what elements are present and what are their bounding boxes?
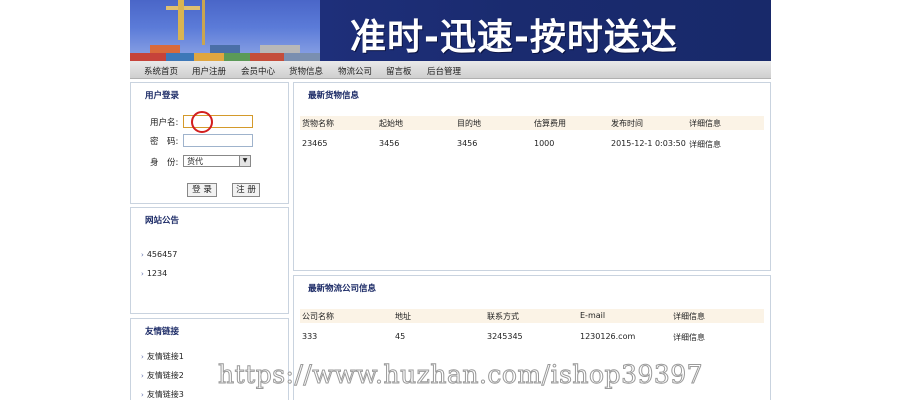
company-detail-link[interactable]: 详细信息: [673, 332, 705, 343]
nav-item-register[interactable]: 用户注册: [192, 65, 226, 77]
cargo-name-cell: 23465: [302, 139, 328, 148]
notice-title: 网站公告: [145, 216, 180, 226]
bullet-arrow-icon: ›: [141, 391, 144, 399]
password-label: 密 码:: [150, 137, 179, 147]
company-name-cell: 333: [302, 332, 318, 341]
notice-item-text: 1234: [146, 269, 168, 278]
notice-panel: 网站公告 › 456457 › 1234: [130, 207, 289, 314]
cargo-detail-link[interactable]: 详细信息: [689, 139, 721, 150]
notice-item[interactable]: › 1234: [141, 269, 167, 278]
watermark-text: https://www.huzhan.com/ishop39397: [217, 360, 704, 390]
column-header: 起始地: [379, 119, 403, 128]
login-title: 用户登录: [145, 91, 180, 101]
column-header: 估算费用: [534, 119, 566, 128]
nav-item-cargo-info[interactable]: 货物信息: [289, 65, 323, 77]
friend-link-item[interactable]: › 友情链接3: [141, 389, 184, 400]
bullet-arrow-icon: ›: [141, 251, 144, 259]
bullet-arrow-icon: ›: [141, 353, 144, 361]
login-button[interactable]: 登 录: [187, 183, 217, 197]
address-cell: 45: [395, 332, 406, 341]
column-header: 联系方式: [487, 312, 519, 321]
column-header: 发布时间: [611, 119, 643, 128]
bullet-arrow-icon: ›: [141, 270, 144, 278]
bullet-arrow-icon: ›: [141, 372, 144, 380]
column-header: 详细信息: [673, 312, 705, 321]
company-title: 最新物流公司信息: [308, 284, 377, 294]
chevron-down-icon[interactable]: ▼: [239, 156, 250, 166]
header-banner: 准时-迅速-按时送达: [130, 0, 771, 61]
estimated-cost-cell: 1000: [534, 139, 555, 148]
role-select[interactable]: 货代 ▼: [183, 155, 251, 167]
cargo-title: 最新货物信息: [308, 91, 360, 101]
login-panel: 用户登录 用户名: 密 码: 身 份: 货代 ▼ 登 录 注 册: [130, 82, 289, 204]
cargo-panel: 最新货物信息 货物名称 起始地 目的地 估算费用 发布时间 详细信息 23465…: [293, 82, 771, 271]
role-select-value: 货代: [187, 157, 203, 166]
nav-item-home[interactable]: 系统首页: [144, 65, 178, 77]
column-header: 目的地: [457, 119, 481, 128]
friend-link-text: 友情链接3: [146, 390, 184, 399]
friend-links-title: 友情链接: [145, 327, 180, 337]
destination-cell: 3456: [457, 139, 478, 148]
column-header: 公司名称: [302, 312, 334, 321]
cursor-highlight-ring: [191, 111, 213, 133]
email-cell: 1230126.com: [580, 332, 636, 341]
company-table-header: 公司名称 地址 联系方式 E-mail 详细信息: [300, 309, 764, 323]
publish-time-cell: 2015-12-1 0:03:50: [611, 139, 686, 148]
page: 准时-迅速-按时送达 系统首页 用户注册 会员中心 货物信息 物流公司 留言板 …: [130, 0, 771, 400]
mast-graphic: [202, 0, 205, 45]
banner-slogan: 准时-迅速-按时送达: [350, 17, 678, 58]
crane-graphic: [178, 0, 184, 40]
column-header: E-mail: [580, 311, 606, 320]
password-input[interactable]: [183, 134, 253, 147]
nav-item-message-board[interactable]: 留言板: [386, 65, 412, 77]
register-button[interactable]: 注 册: [232, 183, 260, 197]
column-header: 地址: [395, 312, 411, 321]
nav-item-logistics-company[interactable]: 物流公司: [338, 65, 372, 77]
friend-link-text: 友情链接2: [146, 371, 184, 380]
containers-graphic: [130, 44, 320, 61]
friend-link-item[interactable]: › 友情链接2: [141, 370, 184, 381]
column-header: 货物名称: [302, 119, 334, 128]
nav-item-admin[interactable]: 后台管理: [427, 65, 461, 77]
column-header: 详细信息: [689, 119, 721, 128]
username-label: 用户名:: [150, 118, 179, 128]
cargo-table-header: 货物名称 起始地 目的地 估算费用 发布时间 详细信息: [300, 116, 764, 130]
role-label: 身 份:: [150, 158, 179, 168]
notice-item[interactable]: › 456457: [141, 250, 177, 259]
notice-item-text: 456457: [146, 250, 178, 259]
friend-link-text: 友情链接1: [146, 352, 184, 361]
main-nav: 系统首页 用户注册 会员中心 货物信息 物流公司 留言板 后台管理: [130, 61, 771, 79]
friend-link-item[interactable]: › 友情链接1: [141, 351, 184, 362]
nav-item-member-center[interactable]: 会员中心: [241, 65, 275, 77]
origin-cell: 3456: [379, 139, 400, 148]
contact-cell: 3245345: [487, 332, 523, 341]
